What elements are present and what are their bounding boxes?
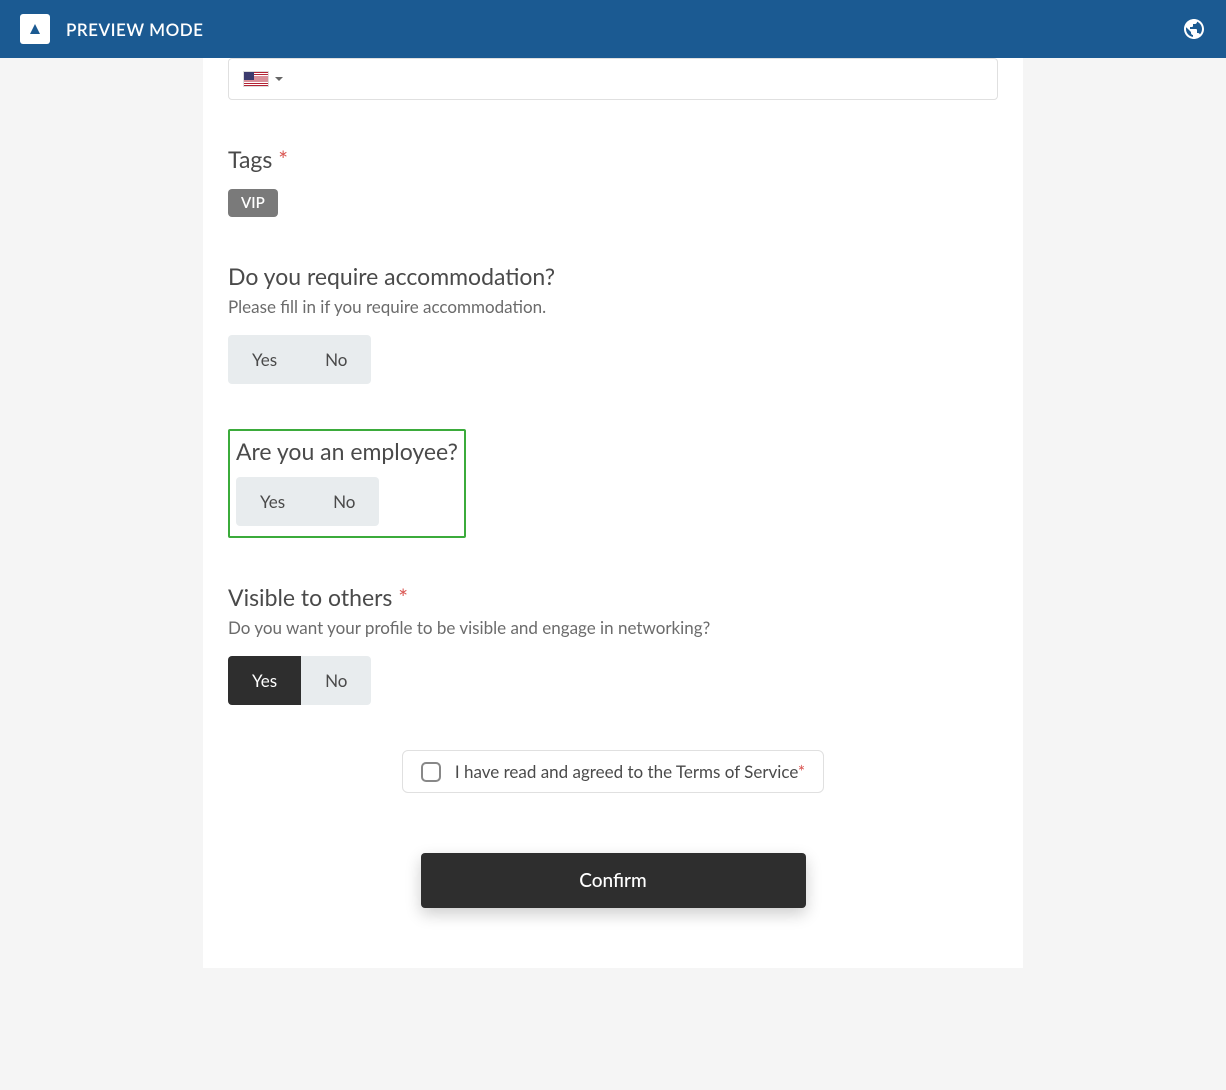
header-title: PREVIEW MODE — [66, 19, 203, 40]
tag-vip[interactable]: VIP — [228, 189, 278, 217]
confirm-button[interactable]: Confirm — [421, 853, 806, 908]
visible-no-button[interactable]: No — [301, 656, 371, 705]
phone-country-input[interactable] — [228, 58, 998, 100]
visible-yes-button[interactable]: Yes — [228, 656, 301, 705]
terms-text-content: I have read and agreed to the Terms of S… — [455, 761, 798, 782]
visible-description: Do you want your profile to be visible a… — [228, 617, 998, 638]
confirm-wrap: Confirm — [228, 853, 998, 908]
accommodation-label: Do you require accommodation? — [228, 262, 998, 290]
employee-label: Are you an employee? — [236, 437, 458, 465]
logo-icon — [27, 21, 43, 37]
visible-label-text: Visible to others — [228, 583, 392, 611]
required-star: * — [278, 145, 288, 173]
globe-icon — [1182, 17, 1206, 41]
form-inner: Tags * VIP Do you require accommodation?… — [203, 58, 1023, 908]
employee-field-highlighted: Are you an employee? Yes No — [228, 429, 466, 538]
employee-toggle: Yes No — [236, 477, 379, 526]
accommodation-yes-button[interactable]: Yes — [228, 335, 301, 384]
visible-field: Visible to others * Do you want your pro… — [228, 583, 998, 705]
top-bar-left: PREVIEW MODE — [20, 14, 203, 44]
employee-yes-button[interactable]: Yes — [236, 477, 309, 526]
form-card: Tags * VIP Do you require accommodation?… — [203, 58, 1023, 968]
tags-field: Tags * VIP — [228, 145, 998, 217]
employee-no-button[interactable]: No — [309, 477, 379, 526]
visible-label: Visible to others * — [228, 583, 998, 611]
flag-us-icon — [243, 71, 269, 87]
accommodation-field: Do you require accommodation? Please fil… — [228, 262, 998, 384]
tags-label-text: Tags — [228, 145, 272, 173]
app-logo[interactable] — [20, 14, 50, 44]
top-bar: PREVIEW MODE — [0, 0, 1226, 58]
terms-text: I have read and agreed to the Terms of S… — [455, 761, 805, 782]
page-wrap: Tags * VIP Do you require accommodation?… — [0, 58, 1226, 968]
terms-wrap: I have read and agreed to the Terms of S… — [228, 750, 998, 793]
terms-box: I have read and agreed to the Terms of S… — [402, 750, 824, 793]
tags-label: Tags * — [228, 145, 998, 173]
language-button[interactable] — [1182, 17, 1206, 41]
required-star: * — [798, 761, 805, 782]
terms-checkbox[interactable] — [421, 762, 441, 782]
chevron-down-icon — [275, 77, 283, 81]
visible-toggle: Yes No — [228, 656, 371, 705]
accommodation-toggle: Yes No — [228, 335, 371, 384]
required-star: * — [398, 583, 408, 611]
accommodation-description: Please fill in if you require accommodat… — [228, 296, 998, 317]
accommodation-no-button[interactable]: No — [301, 335, 371, 384]
